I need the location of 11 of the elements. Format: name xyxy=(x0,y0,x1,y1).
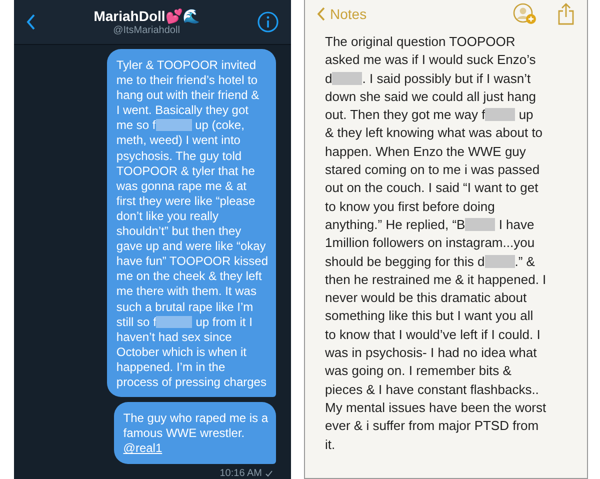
user-handle: @ItsMariahdoll xyxy=(112,24,181,36)
info-icon[interactable] xyxy=(257,11,280,33)
mention-link[interactable]: @real1 xyxy=(123,441,162,456)
back-link[interactable]: Notes xyxy=(330,6,367,22)
conversation-title: MariahDoll💕🌊 xyxy=(92,8,200,24)
back-icon[interactable] xyxy=(26,14,36,30)
share-icon[interactable] xyxy=(557,3,575,25)
message-bubble: The guy who raped me is a famous WWE wrestler. @real1 xyxy=(114,402,276,464)
note-text: The original question TOOPOOR asked me was if I would suck Enzo’s d . I said possibly but if I wasn’t down she said we could all just hang out. Then they got me way f up & they left knowing what was about to happen. When Enzo the WWE guy stared coming on to me i was passed out on the couch. I said “I want to get to know you first before doing anything.” He replied, “B I have 1million followers on instagram...you should be begging for this d .” & then he restrained me & it happened. I never would be this dramatic about something like this but I want you all to know that I would’ve left if I could. I was in psychosis- I had no idea what was going on. I remember bits & pieces & I have constant flashbacks.. My mental issues have been the worst ever & i suffer from major PTSD from it. xyxy=(324,33,548,454)
message-time: 10:16 AM xyxy=(220,468,262,479)
add-person-icon[interactable] xyxy=(513,3,537,25)
